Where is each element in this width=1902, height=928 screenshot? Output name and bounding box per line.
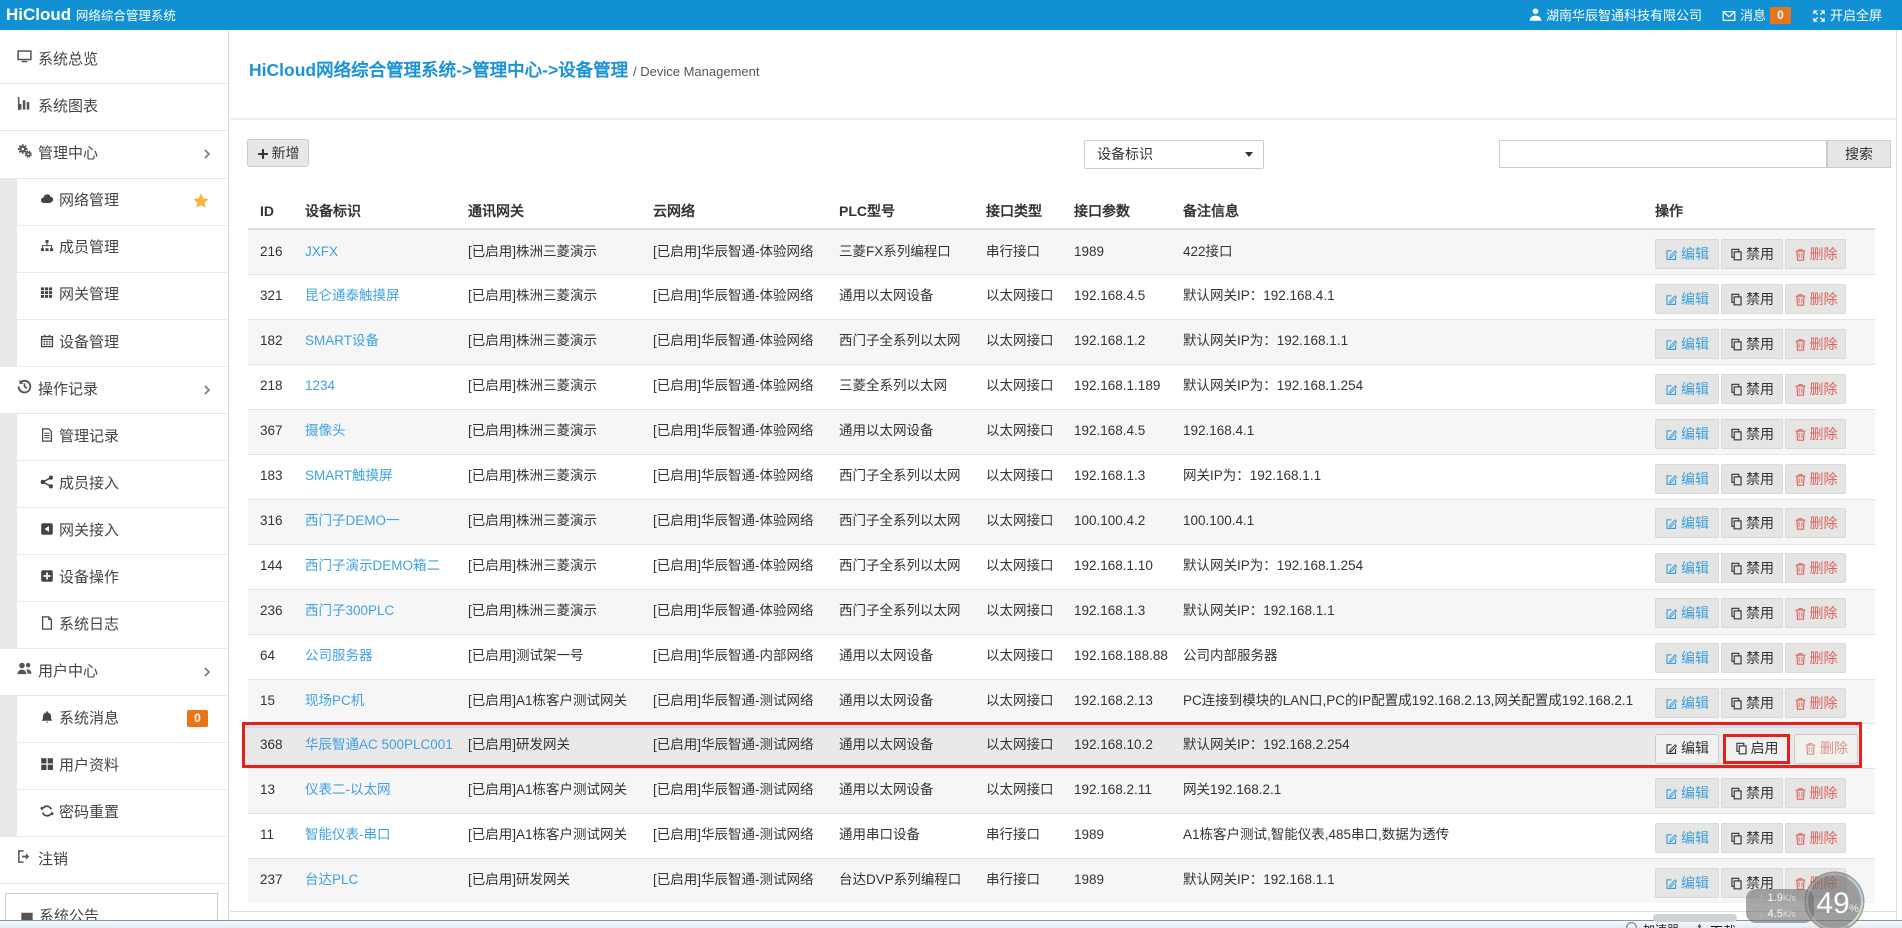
svg-text:%: % — [1849, 903, 1859, 915]
svg-text:49: 49 — [1816, 887, 1849, 920]
